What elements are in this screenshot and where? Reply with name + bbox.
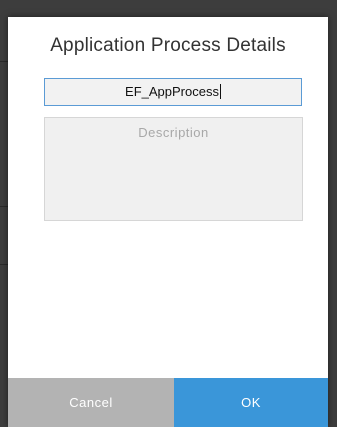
backdrop-line (0, 264, 8, 265)
process-name-value: EF_AppProcess (125, 84, 219, 99)
ok-button[interactable]: OK (174, 378, 328, 427)
text-caret (219, 84, 221, 99)
dialog-title: Application Process Details (50, 35, 286, 56)
process-name-input[interactable]: EF_AppProcess (44, 78, 302, 106)
application-process-dialog: Application Process Details EF_AppProces… (8, 17, 328, 427)
description-placeholder: Description (138, 125, 209, 140)
description-textarea[interactable]: Description (44, 117, 303, 221)
backdrop-line (0, 61, 8, 62)
backdrop-line (0, 206, 8, 207)
cancel-button[interactable]: Cancel (8, 378, 174, 427)
